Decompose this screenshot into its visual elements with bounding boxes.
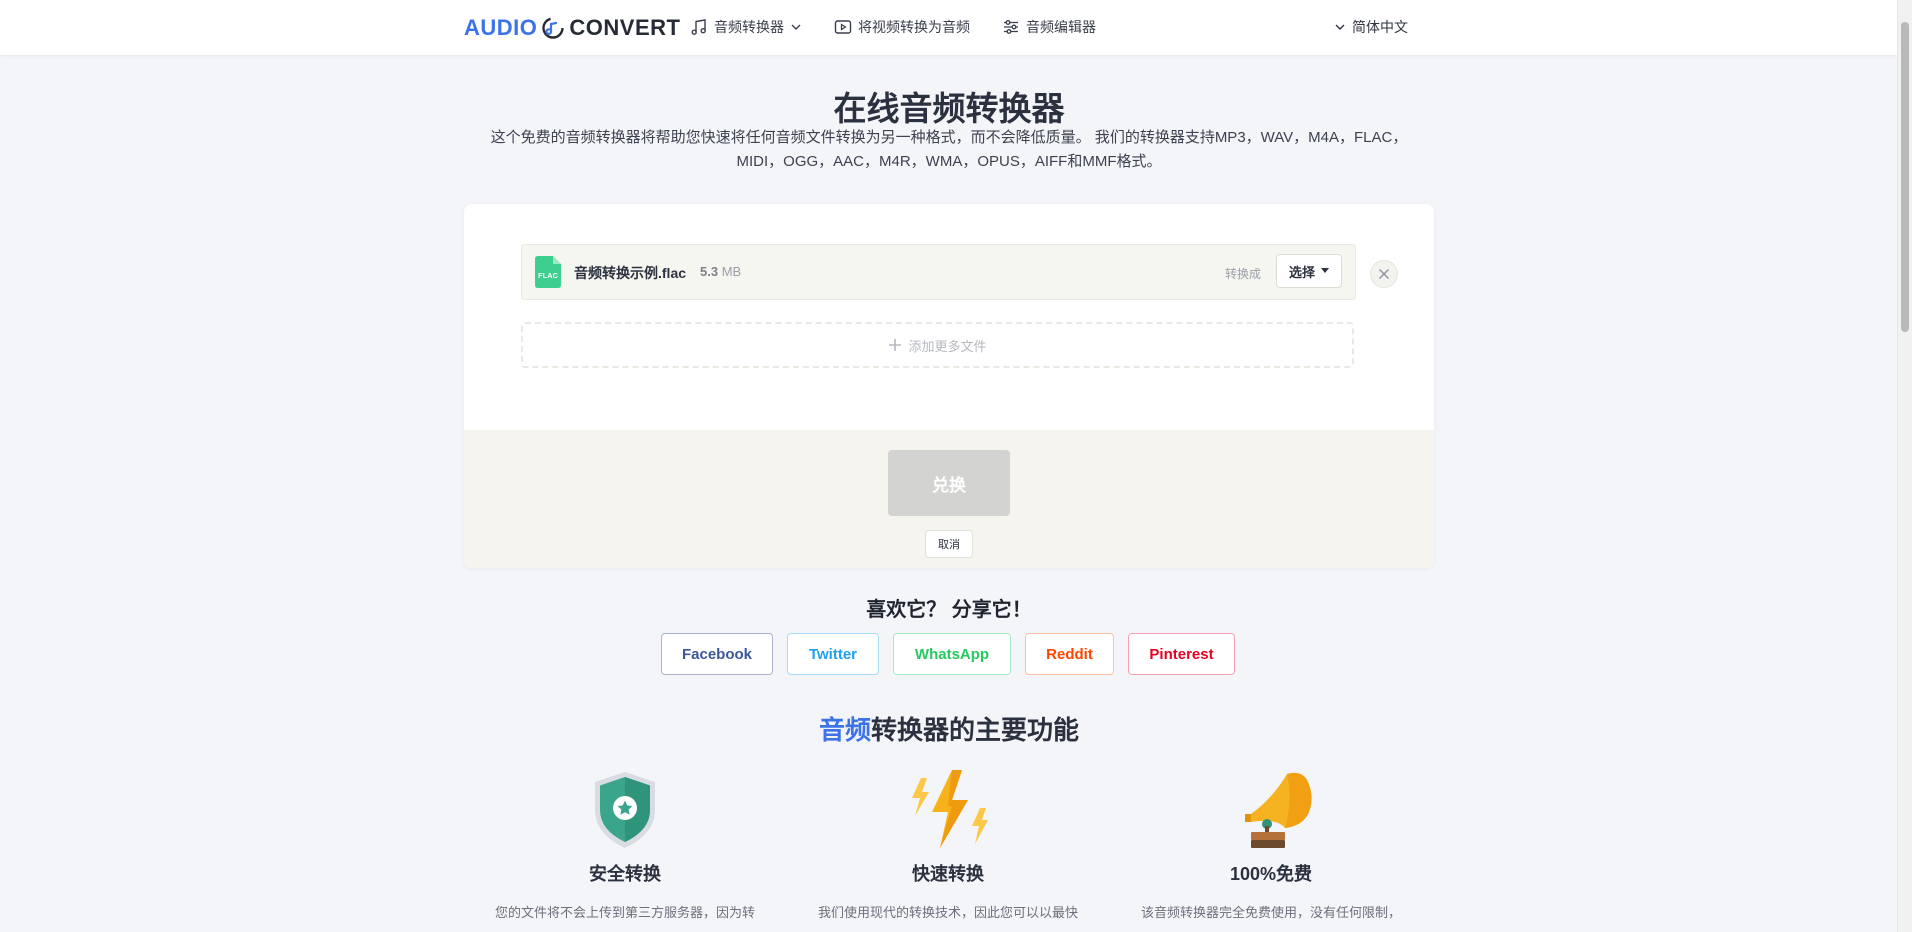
gramophone-icon — [1245, 772, 1312, 848]
top-header: AUDIO CONVERT 音频转换器 将视频转换为音频 音频编辑器 简体中文 — [0, 0, 1898, 55]
logo-swirl-icon — [542, 17, 565, 39]
plus-icon — [889, 339, 902, 351]
share-pinterest-button[interactable]: Pinterest — [1128, 633, 1235, 675]
page-title: 在线音频转换器 — [833, 90, 1065, 127]
converter-actions: 兑换 取消 — [464, 430, 1434, 568]
share-buttons: Facebook Twitter WhatsApp Reddit Pintere… — [0, 633, 1898, 675]
chevron-down-icon — [1335, 24, 1345, 30]
lightning-icon — [912, 770, 988, 848]
feature-free-title: 100%免费 — [1229, 864, 1313, 884]
logo-text-audio: AUDIO — [464, 15, 538, 40]
feature-fast-desc: 我们使用现代的转换技术，因此您可以以最快 — [817, 905, 1078, 920]
flac-icon-label: FLAC — [538, 271, 559, 280]
page-description: 这个免费的音频转换器将帮助您快速将任何音频文件转换为另一种格式，而不会降低质量。… — [490, 129, 1408, 170]
remove-file-button[interactable] — [1370, 260, 1398, 288]
file-size-value: 5.3 — [700, 264, 719, 279]
share-facebook-button[interactable]: Facebook — [661, 633, 773, 675]
caret-down-icon — [1321, 268, 1329, 273]
file-size: 5.3 MB — [700, 264, 741, 279]
feature-secure-title: 安全转换 — [589, 864, 661, 884]
music-note-icon — [691, 19, 706, 35]
file-size-unit: MB — [721, 264, 742, 279]
close-icon — [1379, 269, 1389, 279]
converter-card: FLAC 音频转换示例.flac 5.3 MB 转换成 选择 添加更多文件 兑换… — [464, 204, 1434, 568]
feature-free: 100%免费 该音频转换器完全免费使用，没有任何限制， — [1126, 768, 1416, 921]
nav-audio-editor-label: 音频编辑器 — [1026, 19, 1096, 35]
site-logo[interactable]: AUDIO CONVERT — [464, 14, 680, 42]
page-scrollbar[interactable] — [1897, 0, 1912, 932]
feature-fast: 快速转换 我们使用现代的转换技术，因此您可以以最快 — [803, 768, 1093, 921]
share-twitter-button[interactable]: Twitter — [787, 633, 879, 675]
nav-audio-editor[interactable]: 音频编辑器 — [1002, 17, 1096, 37]
nav-audio-converter[interactable]: 音频转换器 — [690, 17, 802, 37]
logo-text-convert: CONVERT — [569, 15, 681, 40]
share-reddit-button[interactable]: Reddit — [1025, 633, 1114, 675]
features-title: 音频转换器的主要功能 — [0, 710, 1898, 747]
add-more-files-label: 添加更多文件 — [908, 338, 987, 354]
file-row: FLAC 音频转换示例.flac 5.3 MB 转换成 选择 — [521, 244, 1356, 300]
feature-secure: 安全转换 您的文件将不会上传到第三方服务器，因为转 — [480, 768, 770, 921]
nav-video-to-audio-label: 将视频转换为音频 — [858, 19, 970, 35]
features-title-rest: 转换器的主要功能 — [871, 715, 1080, 745]
feature-free-desc: 该音频转换器完全免费使用，没有任何限制， — [1140, 905, 1401, 920]
nav-audio-converter-label: 音频转换器 — [714, 19, 784, 35]
features-title-accent: 音频 — [818, 715, 871, 745]
feature-secure-desc: 您的文件将不会上传到第三方服务器，因为转 — [494, 905, 755, 920]
chevron-down-icon — [791, 24, 801, 30]
add-more-files-button[interactable]: 添加更多文件 — [521, 322, 1354, 368]
sliders-icon — [1004, 20, 1018, 34]
flac-file-icon: FLAC — [535, 256, 561, 288]
language-label: 简体中文 — [1352, 19, 1408, 35]
language-selector[interactable]: 简体中文 — [1334, 17, 1408, 37]
convert-to-label: 转换成 — [1224, 267, 1261, 281]
cancel-button[interactable]: 取消 — [925, 530, 973, 558]
share-title: 喜欢它？ 分享它！ — [866, 599, 1032, 621]
file-name: 音频转换示例.flac — [574, 265, 687, 281]
feature-fast-title: 快速转换 — [912, 864, 984, 884]
nav-video-to-audio[interactable]: 将视频转换为音频 — [834, 17, 970, 37]
share-whatsapp-button[interactable]: WhatsApp — [893, 633, 1011, 675]
convert-button[interactable]: 兑换 — [888, 450, 1010, 516]
video-play-icon — [834, 20, 852, 34]
format-select-button[interactable]: 选择 — [1276, 254, 1342, 288]
scrollbar-thumb[interactable] — [1901, 22, 1909, 332]
format-select-label: 选择 — [1288, 264, 1315, 280]
shield-star-icon — [595, 772, 655, 848]
